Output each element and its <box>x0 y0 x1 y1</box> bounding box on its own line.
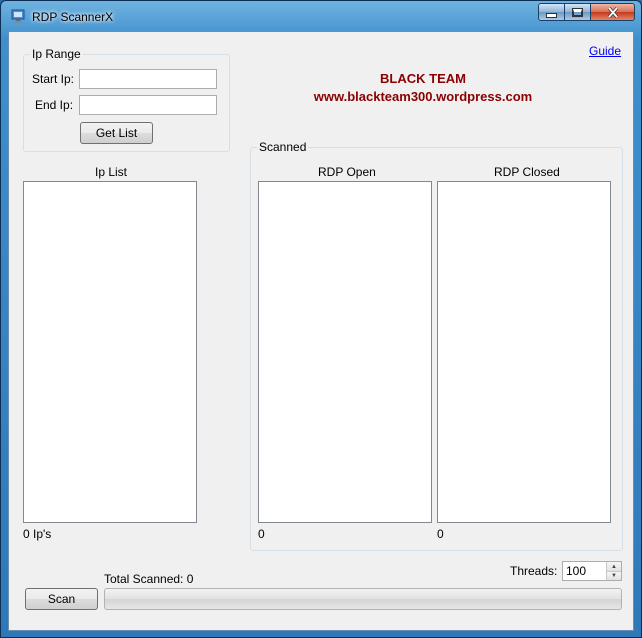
scan-progress-bar <box>104 588 622 610</box>
close-icon <box>607 6 618 18</box>
rdp-closed-header: RDP Closed <box>494 165 560 179</box>
ip-range-group-label: Ip Range <box>30 47 83 61</box>
ip-list-box[interactable] <box>23 181 197 523</box>
scan-button[interactable]: Scan <box>25 588 98 610</box>
start-ip-input[interactable] <box>80 70 216 88</box>
main-window: RDP ScannerX Ip Range Start Ip: End Ip: <box>0 0 642 638</box>
total-scanned-label: Total Scanned: 0 <box>104 572 194 586</box>
end-ip-field[interactable] <box>79 95 217 115</box>
threads-stepper[interactable]: 100 ▲ ▼ <box>562 561 622 581</box>
close-button[interactable] <box>591 3 635 21</box>
ip-list-count: 0 Ip's <box>23 527 52 541</box>
threads-value[interactable]: 100 <box>566 564 586 578</box>
banner-title: BLACK TEAM <box>380 71 466 86</box>
minimize-icon <box>546 12 557 18</box>
monitor-app-icon <box>11 9 25 23</box>
client-area: Ip Range Start Ip: End Ip: Get List Guid… <box>8 31 634 631</box>
maximize-icon <box>572 7 583 17</box>
end-ip-input[interactable] <box>80 96 216 114</box>
spin-up-icon[interactable]: ▲ <box>607 562 621 571</box>
ip-list-header: Ip List <box>95 165 128 179</box>
rdp-open-header: RDP Open <box>318 165 376 179</box>
get-list-button[interactable]: Get List <box>80 122 153 144</box>
scanned-group-label: Scanned <box>257 140 309 154</box>
banner-url: www.blackteam300.wordpress.com <box>313 89 533 104</box>
start-ip-field[interactable] <box>79 69 217 89</box>
rdp-closed-count: 0 <box>437 527 444 541</box>
window-title: RDP ScannerX <box>32 10 114 24</box>
start-ip-label: Start Ip: <box>32 72 75 86</box>
minimize-button[interactable] <box>538 3 565 21</box>
maximize-button[interactable] <box>565 3 591 21</box>
rdp-closed-list[interactable] <box>437 181 611 523</box>
end-ip-label: End Ip: <box>35 98 74 112</box>
title-bar[interactable]: RDP ScannerX <box>1 1 641 31</box>
rdp-open-count: 0 <box>258 527 265 541</box>
rdp-open-list[interactable] <box>258 181 432 523</box>
threads-label: Threads: <box>510 564 558 578</box>
guide-link[interactable]: Guide <box>589 44 621 58</box>
spin-down-icon[interactable]: ▼ <box>607 571 621 580</box>
